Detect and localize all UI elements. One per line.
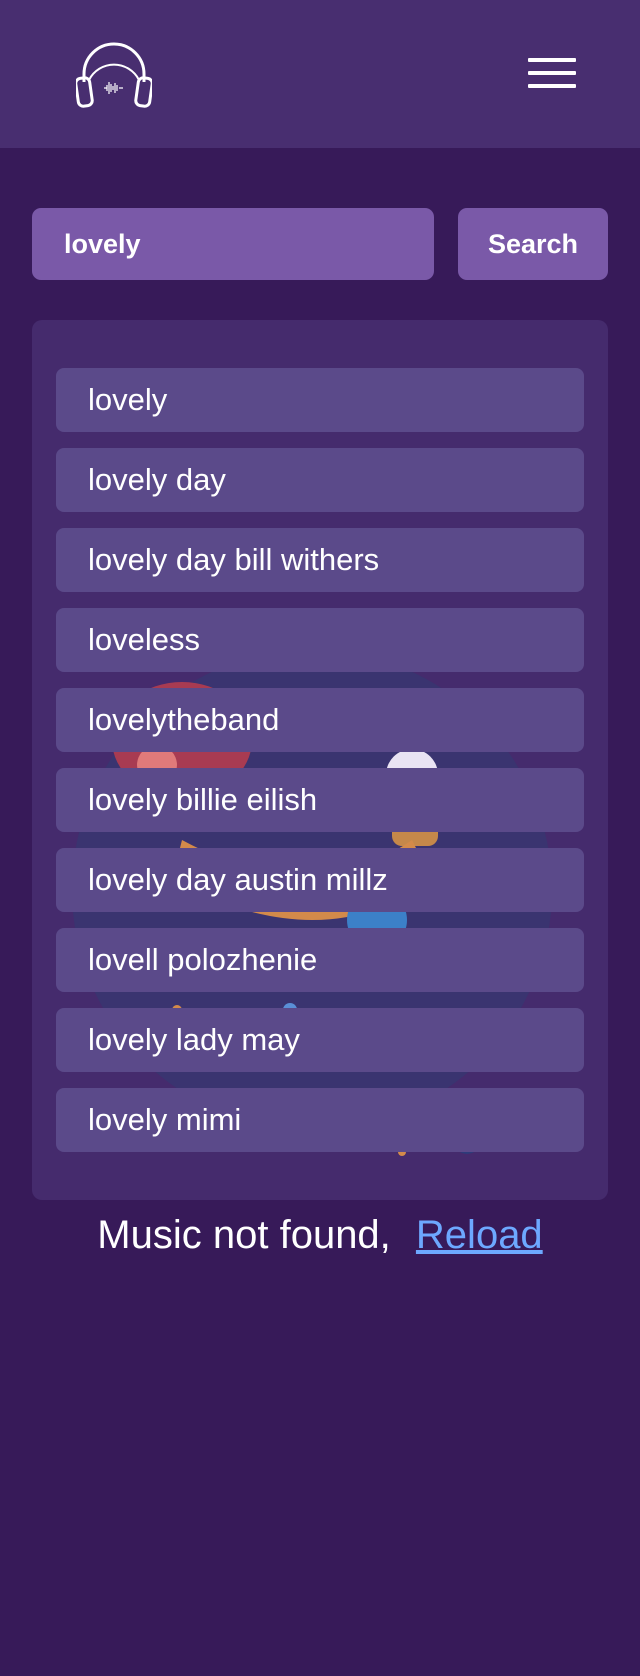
suggestion-item[interactable]: lovelytheband bbox=[56, 688, 584, 752]
menu-bar bbox=[528, 71, 576, 75]
search-input[interactable] bbox=[32, 208, 434, 280]
suggestion-item[interactable]: loveless bbox=[56, 608, 584, 672]
suggestion-list: lovely lovely day lovely day bill wither… bbox=[56, 368, 584, 1168]
search-button[interactable]: Search bbox=[458, 208, 608, 280]
suggestion-item[interactable]: lovely mimi bbox=[56, 1088, 584, 1152]
app-header bbox=[0, 0, 640, 148]
suggestion-item[interactable]: lovely lady may bbox=[56, 1008, 584, 1072]
hamburger-menu-icon[interactable] bbox=[528, 58, 576, 90]
suggestion-item[interactable]: lovely day bbox=[56, 448, 584, 512]
suggestion-item[interactable]: lovell polozhenie bbox=[56, 928, 584, 992]
suggestion-item[interactable]: lovely bbox=[56, 368, 584, 432]
headphones-icon[interactable] bbox=[76, 38, 152, 110]
menu-bar bbox=[528, 58, 576, 62]
suggestion-item[interactable]: lovely day bill withers bbox=[56, 528, 584, 592]
suggestion-item[interactable]: lovely day austin millz bbox=[56, 848, 584, 912]
suggestions-panel: lovely lovely day lovely day bill wither… bbox=[32, 320, 608, 1200]
reload-link[interactable]: Reload bbox=[416, 1213, 543, 1257]
suggestion-item[interactable]: lovely billie eilish bbox=[56, 768, 584, 832]
status-message-line: Music not found, Reload bbox=[0, 1210, 640, 1260]
menu-bar bbox=[528, 84, 576, 88]
not-found-message: Music not found, bbox=[97, 1213, 391, 1257]
